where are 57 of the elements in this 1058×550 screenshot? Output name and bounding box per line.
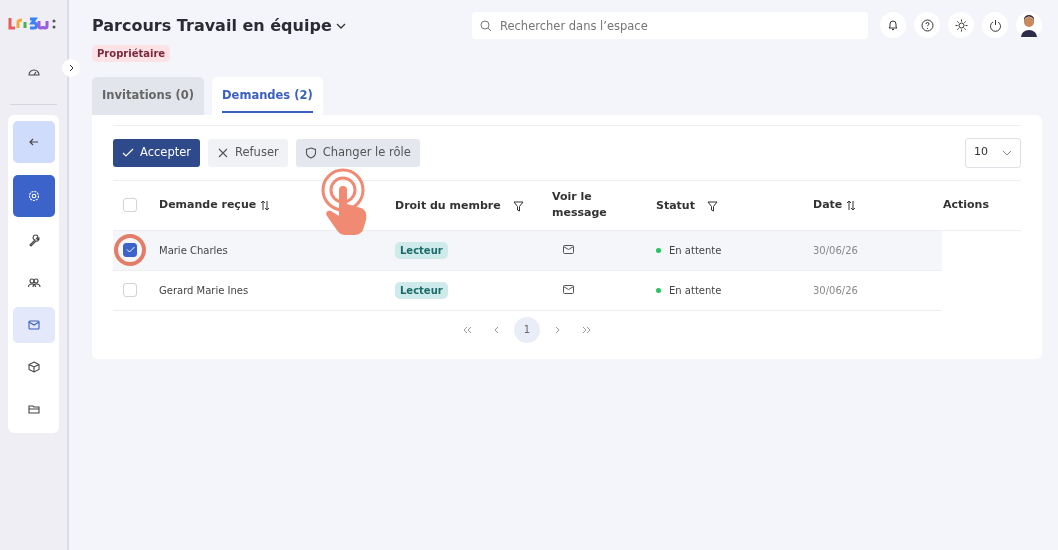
- date-text: 30/06/26: [813, 284, 858, 296]
- column-header: Actions: [943, 196, 989, 213]
- mail-icon[interactable]: [563, 244, 574, 254]
- settings-button[interactable]: [12, 175, 55, 217]
- checkbox[interactable]: [123, 242, 137, 257]
- settings-icon: [26, 189, 41, 203]
- change-role-button[interactable]: Changer le rôle: [295, 138, 420, 167]
- page-size-select[interactable]: 10: [965, 137, 1021, 168]
- check-icon: [122, 146, 134, 159]
- sort-icon[interactable]: [260, 199, 271, 211]
- sort-icon[interactable]: [846, 199, 857, 211]
- refuse-button[interactable]: Refuser: [208, 138, 288, 167]
- space-title: Parcours Travail en équipe: [92, 15, 332, 37]
- member-name: Marie Charles: [159, 244, 228, 256]
- theme-button[interactable]: [948, 12, 974, 38]
- chevron-icon: [582, 325, 592, 334]
- date-text: 30/06/26: [813, 244, 858, 256]
- shield-icon: [304, 146, 317, 159]
- mail-button[interactable]: [12, 307, 55, 343]
- role-badge: Lecteur: [395, 241, 448, 259]
- column-header: Droit du membre: [395, 198, 501, 215]
- column-header: Voir le message: [552, 188, 608, 221]
- users-icon: [26, 276, 41, 290]
- status-text: En attente: [669, 283, 722, 298]
- accept-button[interactable]: Accepter: [113, 138, 200, 167]
- column-header: Statut: [656, 198, 695, 215]
- chevron-icon: [462, 325, 472, 334]
- help-icon: [920, 18, 934, 32]
- check-icon: [125, 245, 135, 254]
- filter-icon[interactable]: [512, 201, 524, 212]
- column-header: Date: [813, 196, 843, 213]
- member-name: Gerard Marie Ines: [159, 284, 249, 296]
- page-button[interactable]: 1: [514, 316, 540, 343]
- role-badge: Propriétaire: [92, 45, 171, 62]
- bell-icon: [887, 19, 899, 31]
- chevron-down-icon[interactable]: [335, 22, 346, 30]
- folder-icon: [26, 402, 41, 416]
- chevron-down-icon: [1002, 149, 1012, 156]
- tab[interactable]: Demandes (2): [212, 76, 323, 115]
- mail-icon[interactable]: [563, 284, 574, 294]
- close-icon: [217, 146, 229, 159]
- filter-icon[interactable]: [706, 201, 718, 212]
- chevron-right-icon: [67, 64, 75, 72]
- power-icon: [988, 18, 1002, 32]
- status-text: En attente: [669, 243, 722, 258]
- column-header: Demande reçue: [159, 196, 257, 213]
- role-badge: Lecteur: [395, 281, 448, 299]
- search-field[interactable]: Rechercher dans l’espace: [472, 12, 868, 39]
- tab[interactable]: Invitations (0): [92, 76, 205, 115]
- logout-button[interactable]: [982, 12, 1008, 38]
- help-button[interactable]: [914, 12, 940, 38]
- search-icon: [480, 20, 492, 32]
- avatar[interactable]: [1016, 12, 1042, 38]
- mail-icon: [26, 318, 41, 332]
- notification-button[interactable]: [880, 12, 906, 38]
- cube-icon: [26, 360, 41, 374]
- sun-icon: [954, 18, 968, 32]
